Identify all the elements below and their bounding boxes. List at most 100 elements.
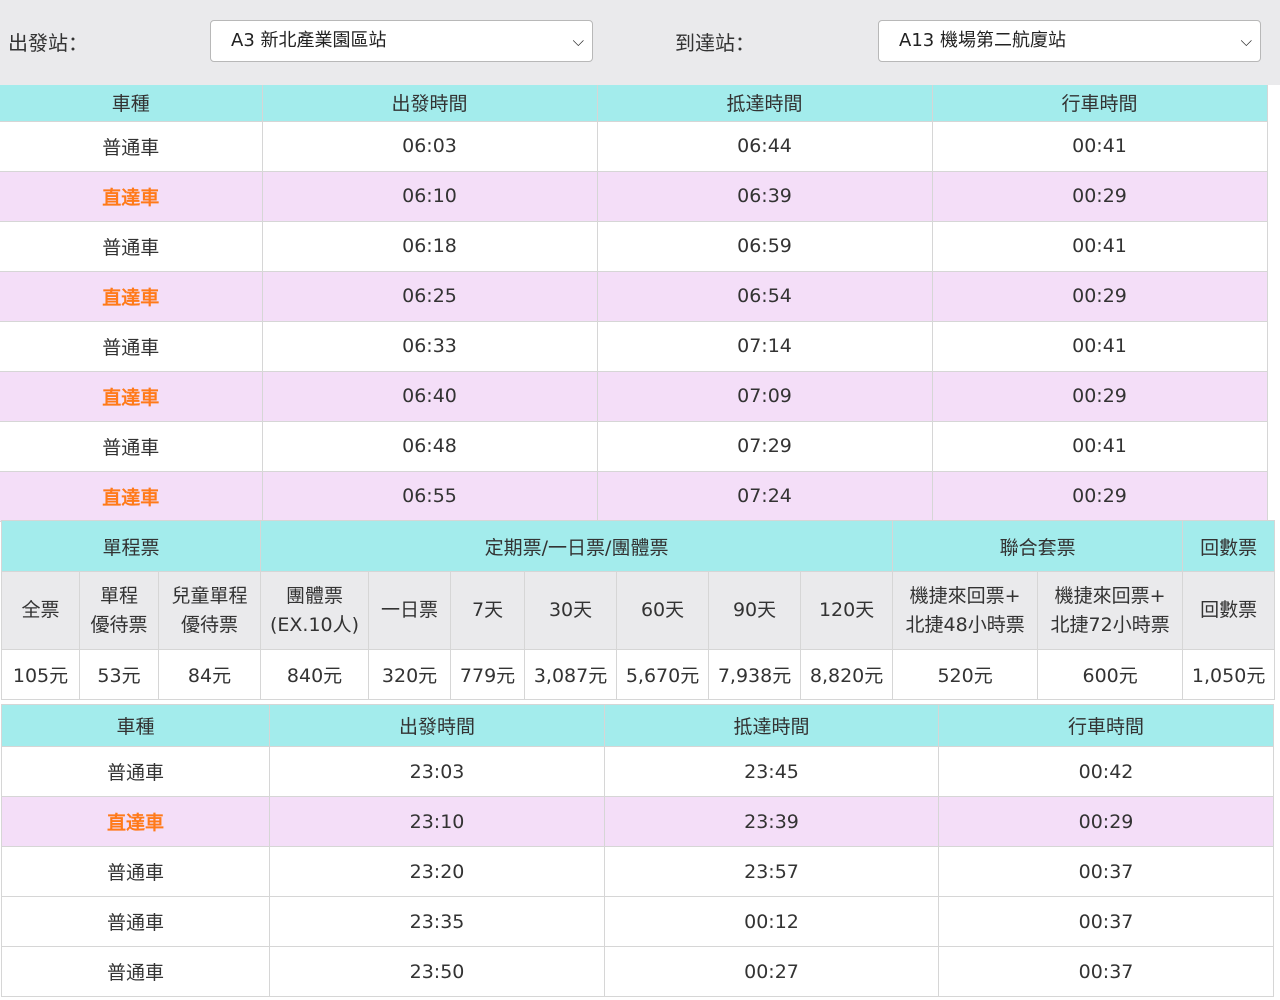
arrival-time-cell: 07:09 <box>596 370 933 422</box>
origin-select-value: A3 新北產業園區站 <box>231 30 387 51</box>
departure-time-cell: 06:03 <box>261 120 598 172</box>
origin-select[interactable]: A3 新北產業園區站 ⌵ <box>210 20 593 62</box>
train-type-cell: 普通車 <box>0 220 263 272</box>
fare-type-label: 30天 <box>548 599 593 621</box>
fare-group-header: 聯合套票 <box>892 520 1184 572</box>
travel-time-cell: 00:37 <box>938 896 1274 947</box>
fare-price-cell: 1,050元 <box>1182 649 1276 700</box>
arrival-time-cell: 06:54 <box>596 270 933 322</box>
arrival-time-cell: 07:29 <box>596 420 933 472</box>
schedule-row: 普通車 23:50 00:27 00:37 <box>1 946 1274 997</box>
chevron-down-icon: ⌵ <box>572 32 584 50</box>
destination-select-value: A13 機場第二航廈站 <box>899 30 1066 51</box>
schedule-row: 直達車 06:25 06:54 00:29 <box>0 270 1268 322</box>
fare-type-header: 60天 <box>616 571 710 650</box>
departure-time-cell: 06:40 <box>261 370 598 422</box>
fare-type-header: 機捷來回票+ 北捷48小時票 <box>892 571 1039 650</box>
schedule-row: 直達車 06:40 07:09 00:29 <box>0 370 1268 422</box>
fare-price-row: 105元 53元 84元 840元 320元 779元 3,087元 5,670元 7,938元… <box>1 649 1276 700</box>
fare-type-label: 兒童單程 <box>171 584 248 607</box>
fare-type-label: 北捷48小時票 <box>905 613 1025 636</box>
train-type-cell: 普通車 <box>0 120 263 172</box>
fare-price-cell: 105元 <box>1 649 80 700</box>
late-schedule-table: 車種 出發時間 抵達時間 行車時間 普通車 23:03 23:45 00:42 直達車 23:1… <box>1 704 1274 997</box>
schedule-row: 直達車 06:55 07:24 00:29 <box>0 470 1268 522</box>
train-type-cell: 普通車 <box>1 896 270 947</box>
fare-type-label: 回數票 <box>1200 599 1258 621</box>
fare-type-label: 機捷來回票+ <box>1054 584 1166 607</box>
schedule-row: 普通車 06:48 07:29 00:41 <box>0 420 1268 472</box>
column-header: 出發時間 <box>269 704 605 747</box>
station-selector-bar: 出發站： A3 新北產業園區站 ⌵ 到達站： A13 機場第二航廈站 ⌵ <box>0 0 1280 85</box>
fare-type-label: 優待票 <box>90 613 148 636</box>
departure-time-cell: 06:33 <box>261 320 598 372</box>
schedule-header-row: 車種 出發時間 抵達時間 行車時間 <box>0 85 1268 122</box>
column-header: 車種 <box>0 85 263 122</box>
travel-time-cell: 00:29 <box>931 470 1268 522</box>
schedule-row: 普通車 06:33 07:14 00:41 <box>0 320 1268 372</box>
arrival-time-cell: 06:44 <box>596 120 933 172</box>
fare-subheader-row: 全票 單程 優待票 兒童單程 優待票 團體票 (EX.10人) 一日票 7天 30天 60天 90天 1… <box>1 571 1276 650</box>
fare-group-header: 單程票 <box>0 520 262 572</box>
travel-time-cell: 00:29 <box>931 270 1268 322</box>
fare-price-cell: 520元 <box>892 649 1039 700</box>
fare-type-header: 7天 <box>450 571 526 650</box>
travel-time-cell: 00:29 <box>931 170 1268 222</box>
arrival-time-cell: 23:45 <box>604 746 939 797</box>
fare-type-header: 30天 <box>524 571 618 650</box>
arrival-time-cell: 23:57 <box>604 846 939 897</box>
departure-time-cell: 23:50 <box>269 946 605 997</box>
travel-time-cell: 00:42 <box>938 746 1274 797</box>
fare-type-label: 單程 <box>99 584 138 607</box>
arrival-time-cell: 06:39 <box>596 170 933 222</box>
train-type-cell: 直達車 <box>0 170 263 222</box>
fare-price-cell: 3,087元 <box>524 649 618 700</box>
fare-type-label: (EX.10人) <box>269 613 360 636</box>
fare-type-label: 北捷72小時票 <box>1050 613 1170 636</box>
column-header: 抵達時間 <box>596 85 933 122</box>
departure-time-cell: 23:03 <box>269 746 605 797</box>
train-type-cell: 普通車 <box>1 846 270 897</box>
origin-label: 出發站： <box>8 31 88 55</box>
fare-type-header: 120天 <box>800 571 894 650</box>
fare-price-cell: 600元 <box>1037 649 1184 700</box>
travel-time-cell: 00:41 <box>931 220 1268 272</box>
departure-time-cell: 06:25 <box>261 270 598 322</box>
travel-time-cell: 00:41 <box>931 420 1268 472</box>
column-header: 車種 <box>1 704 270 747</box>
fare-type-header: 機捷來回票+ 北捷72小時票 <box>1037 571 1184 650</box>
travel-time-cell: 00:41 <box>931 320 1268 372</box>
fare-type-label: 90天 <box>732 599 777 621</box>
schedule-row: 普通車 06:03 06:44 00:41 <box>0 120 1268 172</box>
chevron-down-icon: ⌵ <box>1240 32 1252 50</box>
fare-table: 單程票 定期票/一日票/團體票 聯合套票 回數票 全票 單程 優待票 兒童單程 優待票 團體票(… <box>0 520 1276 700</box>
fare-group-header: 回數票 <box>1182 520 1276 572</box>
fare-type-label: 優待票 <box>181 613 239 636</box>
morning-schedule-table: 車種 出發時間 抵達時間 行車時間 普通車 06:03 06:44 00:41 直達車 06:1… <box>0 85 1268 522</box>
departure-time-cell: 23:20 <box>269 846 605 897</box>
departure-time-cell: 06:18 <box>261 220 598 272</box>
column-header: 行車時間 <box>938 704 1274 747</box>
train-type-cell: 普通車 <box>0 420 263 472</box>
arrival-time-cell: 00:12 <box>604 896 939 947</box>
train-type-cell: 直達車 <box>0 270 263 322</box>
train-type-cell: 普通車 <box>1 746 270 797</box>
schedule-header-row: 車種 出發時間 抵達時間 行車時間 <box>1 704 1274 747</box>
train-type-cell: 直達車 <box>0 470 263 522</box>
fare-price-cell: 53元 <box>79 649 159 700</box>
fare-type-label: 120天 <box>818 599 875 621</box>
column-header: 出發時間 <box>261 85 598 122</box>
fare-type-header: 回數票 <box>1182 571 1276 650</box>
schedule-body: 普通車 06:03 06:44 00:41 直達車 06:10 06:39 00:29 普通車 0… <box>0 120 1268 522</box>
fare-type-label: 機捷來回票+ <box>909 584 1021 607</box>
train-type-cell: 直達車 <box>0 370 263 422</box>
travel-time-cell: 00:41 <box>931 120 1268 172</box>
destination-select[interactable]: A13 機場第二航廈站 ⌵ <box>878 20 1261 62</box>
travel-time-cell: 00:29 <box>931 370 1268 422</box>
fare-price-cell: 7,938元 <box>708 649 802 700</box>
travel-time-cell: 00:29 <box>938 796 1274 847</box>
train-type-cell: 直達車 <box>1 796 270 847</box>
fare-type-label: 全票 <box>21 599 60 621</box>
schedule-row: 普通車 23:03 23:45 00:42 <box>1 746 1274 797</box>
fare-type-header: 兒童單程 優待票 <box>157 571 262 650</box>
